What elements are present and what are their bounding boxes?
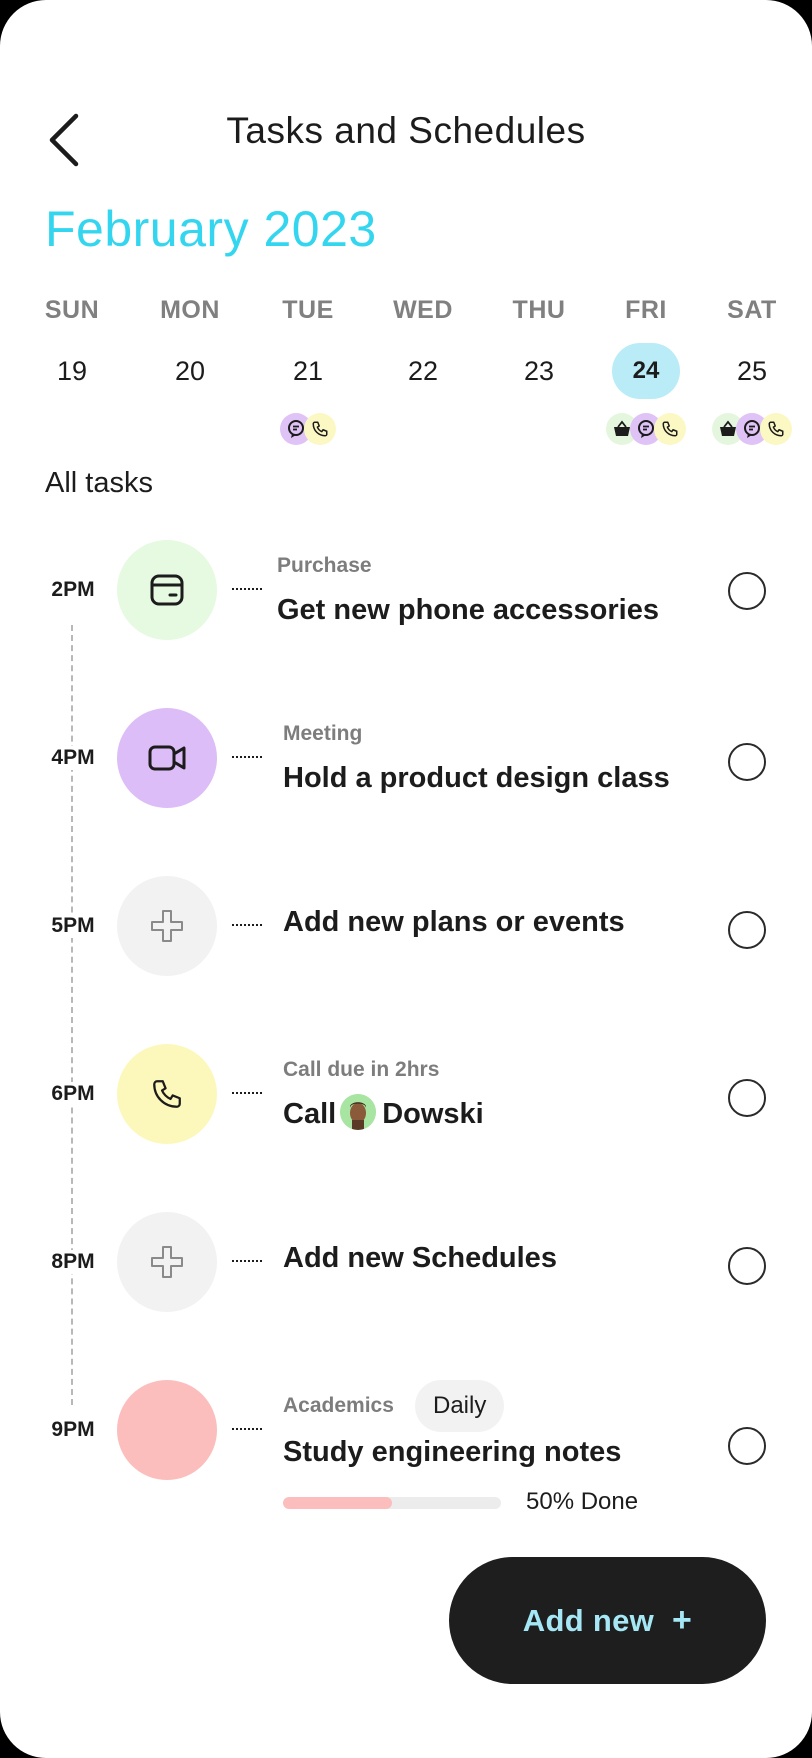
card-icon [150, 574, 184, 606]
connector [232, 588, 262, 590]
day-wed[interactable]: WED 22 [378, 296, 468, 446]
day-name: THU [512, 296, 566, 324]
task-category: Call due in 2hrs [283, 1058, 440, 1081]
day-mon[interactable]: MON 20 [145, 296, 235, 446]
task-row: 6PM Call due in 2hrs Call Dowski [0, 1044, 812, 1144]
task-time: 2PM [46, 578, 100, 602]
plus-icon [151, 910, 183, 942]
phone-icon [153, 1080, 181, 1108]
day-name: WED [393, 296, 453, 324]
task-time: 6PM [46, 1082, 100, 1106]
add-new-button[interactable]: Add new + [449, 1557, 766, 1684]
header: Tasks and Schedules [0, 100, 812, 180]
task-checkbox[interactable] [728, 911, 766, 949]
progress-label: 50% Done [526, 1488, 639, 1515]
day-sun[interactable]: SUN 19 [27, 296, 117, 446]
day-sat[interactable]: SAT 25 [707, 296, 797, 446]
task-row: 2PM Purchase Get new phone accessories [0, 540, 812, 640]
task-title: Study engineering notes [283, 1436, 622, 1468]
task-title: Get new phone accessories [277, 594, 659, 626]
connector [232, 1428, 262, 1430]
day-name: TUE [282, 296, 334, 324]
phone-icon [304, 413, 336, 445]
task-title[interactable]: Add new plans or events [283, 906, 625, 939]
task-row: 5PM Add new plans or events [0, 876, 812, 976]
screen-corner [762, 0, 812, 50]
task-row: 9PM Academics Daily Study engineering no… [0, 1380, 812, 1530]
day-name: MON [160, 296, 220, 324]
add-plan-button[interactable] [117, 876, 217, 976]
screen-corner [0, 0, 50, 50]
task-icon-button[interactable] [117, 708, 217, 808]
day-number: 24 [612, 343, 680, 399]
day-number: 25 [736, 356, 768, 386]
task-time: 4PM [46, 746, 100, 770]
day-name: SUN [44, 296, 100, 324]
progress-fill [283, 1497, 392, 1509]
screen-corner [0, 1708, 50, 1758]
task-time: 9PM [46, 1418, 100, 1442]
plus-icon [151, 1246, 183, 1278]
add-new-label: Add new [522, 1602, 655, 1638]
task-row: 4PM Meeting Hold a product design class [0, 708, 812, 808]
plus-icon: + [672, 1601, 693, 1639]
task-checkbox[interactable] [728, 1079, 766, 1117]
day-fri[interactable]: FRI 24 [601, 296, 691, 446]
frequency-badge: Daily [415, 1380, 505, 1432]
avatar-icon [340, 1094, 377, 1131]
day-name: SAT [727, 296, 777, 324]
phone-icon [654, 413, 686, 445]
day-name: FRI [625, 296, 667, 324]
task-checkbox[interactable] [728, 1427, 766, 1465]
connector [232, 924, 262, 926]
day-thu[interactable]: THU 23 [494, 296, 584, 446]
day-number: 21 [292, 356, 324, 386]
screen-corner [762, 1708, 812, 1758]
task-time: 8PM [46, 1250, 100, 1274]
day-number: 19 [56, 356, 88, 386]
month-title: February 2023 [45, 201, 377, 257]
day-number: 23 [523, 356, 555, 386]
week-strip: SUN 19 MON 20 TUE 21 WED 22 THU 23 FRI 2… [0, 296, 812, 456]
task-checkbox[interactable] [728, 572, 766, 610]
task-checkbox[interactable] [728, 743, 766, 781]
task-title: Call Dowski [283, 1094, 484, 1131]
page-title: Tasks and Schedules [226, 110, 586, 151]
task-title[interactable]: Add new Schedules [283, 1242, 557, 1275]
task-row: 8PM Add new Schedules [0, 1212, 812, 1312]
connector [232, 1260, 262, 1262]
task-title-prefix: Call [283, 1098, 337, 1130]
task-category: Purchase [277, 554, 372, 577]
task-category: Meeting [283, 722, 363, 745]
task-icon-button[interactable] [117, 1044, 217, 1144]
task-title-suffix: Dowski [382, 1098, 484, 1130]
section-title: All tasks [45, 467, 153, 499]
task-icon-button[interactable] [117, 1380, 217, 1480]
progress-bar [283, 1497, 501, 1509]
task-icon-button[interactable] [117, 540, 217, 640]
video-icon [148, 745, 186, 771]
task-category: Academics [283, 1394, 394, 1417]
connector [232, 1092, 262, 1094]
task-time: 5PM [46, 914, 100, 938]
phone-icon [760, 413, 792, 445]
task-title: Hold a product design class [283, 762, 670, 794]
day-number: 20 [174, 356, 206, 386]
day-tue[interactable]: TUE 21 [263, 296, 353, 446]
day-number: 22 [407, 356, 439, 386]
connector [232, 756, 262, 758]
task-checkbox[interactable] [728, 1247, 766, 1285]
add-schedule-button[interactable] [117, 1212, 217, 1312]
